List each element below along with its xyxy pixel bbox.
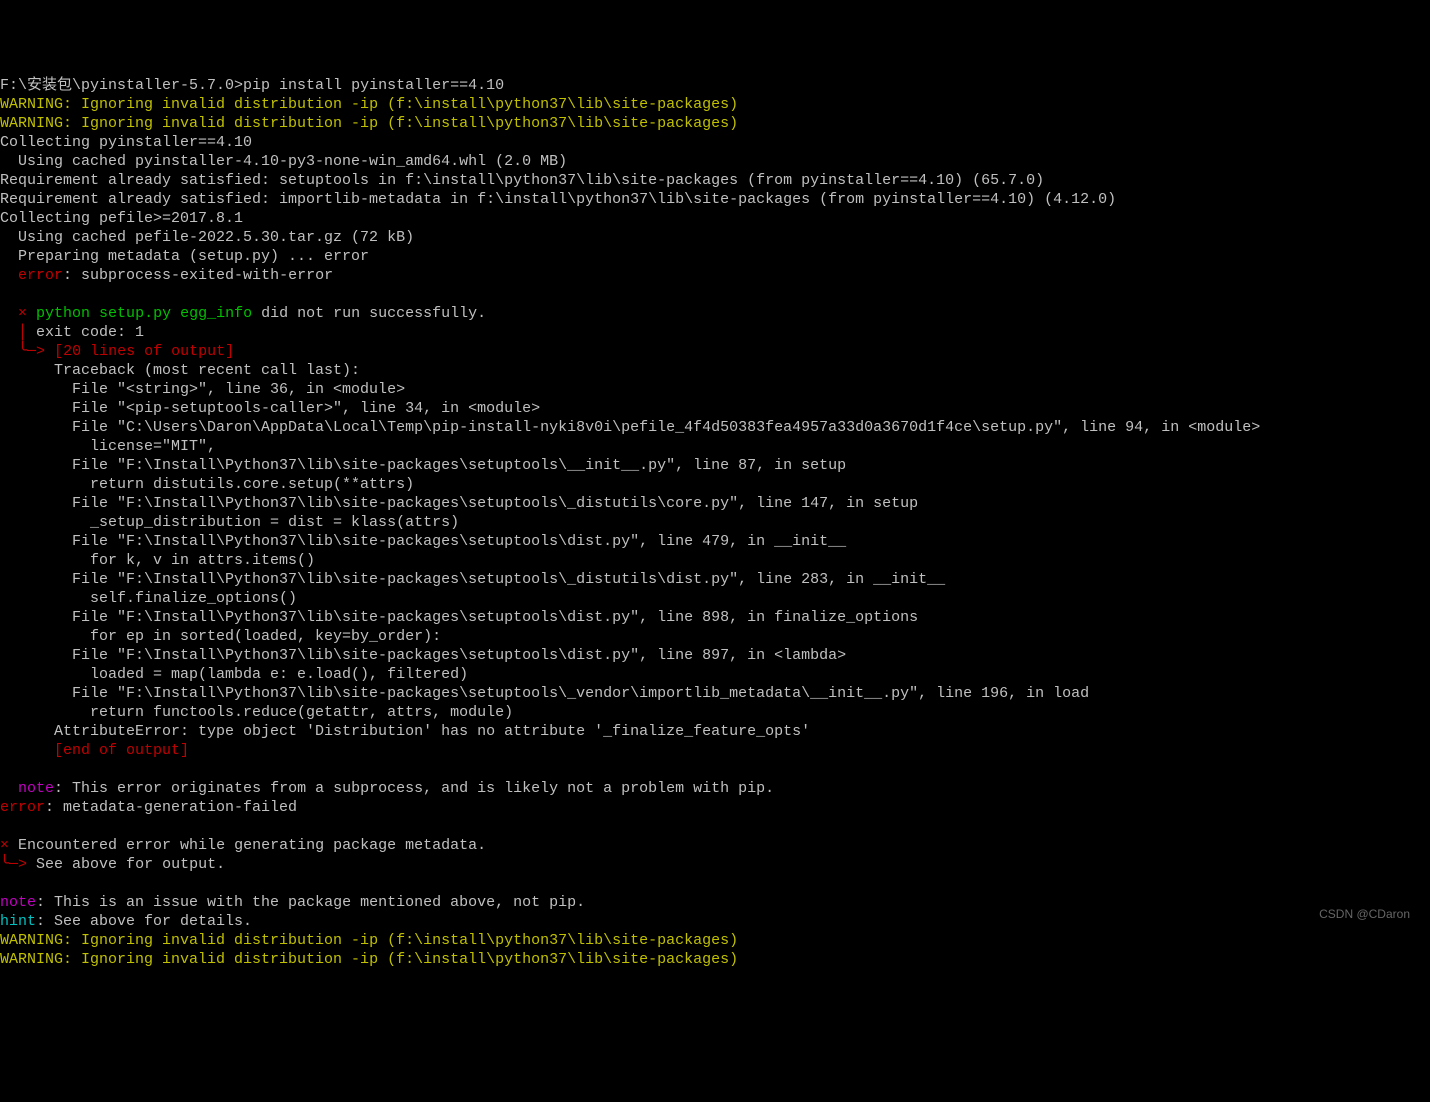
encountered-text: Encountered error while generating packa…	[18, 837, 486, 854]
warning-text: Ignoring invalid distribution -ip (f:\in…	[81, 932, 738, 949]
terminal-output: F:\安装包\pyinstaller-5.7.0>pip install pyi…	[0, 76, 1430, 969]
warning-prefix: WARNING:	[0, 951, 81, 968]
traceback-line: File "F:\Install\Python37\lib\site-packa…	[0, 646, 1430, 665]
traceback-line: for k, v in attrs.items()	[0, 551, 1430, 570]
arrow-icon: ╰─>	[18, 343, 54, 360]
cached-line: Using cached pefile-2022.5.30.tar.gz (72…	[0, 228, 1430, 247]
exit-code-line: │ exit code: 1	[0, 323, 1430, 342]
traceback-line: loaded = map(lambda e: e.load(), filtere…	[0, 665, 1430, 684]
hint-label: hint	[0, 913, 36, 930]
note-text: : This error originates from a subproces…	[54, 780, 774, 797]
traceback-line: return distutils.core.setup(**attrs)	[0, 475, 1430, 494]
traceback-line: File "C:\Users\Daron\AppData\Local\Temp\…	[0, 418, 1430, 437]
note-line: note: This error originates from a subpr…	[0, 779, 1430, 798]
blank-line	[0, 874, 1430, 893]
x-mark-icon: ×	[0, 837, 9, 854]
traceback-line: File "<pip-setuptools-caller>", line 34,…	[0, 399, 1430, 418]
requirement-line: Requirement already satisfied: importlib…	[0, 190, 1430, 209]
error-text: : subprocess-exited-with-error	[63, 267, 333, 284]
setup-fail-line: × python setup.py egg_info did not run s…	[0, 304, 1430, 323]
warning-prefix: WARNING:	[0, 115, 81, 132]
traceback-line: return functools.reduce(getattr, attrs, …	[0, 703, 1430, 722]
collecting-line: Collecting pefile>=2017.8.1	[0, 209, 1430, 228]
traceback-line: File "F:\Install\Python37\lib\site-packa…	[0, 570, 1430, 589]
note-text: : This is an issue with the package ment…	[36, 894, 585, 911]
warning-text: Ignoring invalid distribution -ip (f:\in…	[81, 951, 738, 968]
warning-prefix: WARNING:	[0, 932, 81, 949]
note-label: note	[18, 780, 54, 797]
warning-line: WARNING: Ignoring invalid distribution -…	[0, 95, 1430, 114]
traceback-line: File "F:\Install\Python37\lib\site-packa…	[0, 532, 1430, 551]
encountered-line: × Encountered error while generating pac…	[0, 836, 1430, 855]
hint-line: hint: See above for details.	[0, 912, 1430, 931]
prompt: F:\安装包\pyinstaller-5.7.0>	[0, 77, 243, 94]
collecting-line: Collecting pyinstaller==4.10	[0, 133, 1430, 152]
traceback-line: File "F:\Install\Python37\lib\site-packa…	[0, 494, 1430, 513]
setup-suffix: did not run successfully.	[252, 305, 486, 322]
error-line: error: subprocess-exited-with-error	[0, 266, 1430, 285]
traceback-line: self.finalize_options()	[0, 589, 1430, 608]
prompt-line[interactable]: F:\安装包\pyinstaller-5.7.0>pip install pyi…	[0, 76, 1430, 95]
command-text: pip install pyinstaller==4.10	[243, 77, 504, 94]
traceback-line: _setup_distribution = dist = klass(attrs…	[0, 513, 1430, 532]
error-label: error	[0, 799, 45, 816]
see-above-text: See above for output.	[36, 856, 225, 873]
exit-code: exit code: 1	[27, 324, 144, 341]
note-line: note: This is an issue with the package …	[0, 893, 1430, 912]
traceback-line: Traceback (most recent call last):	[0, 361, 1430, 380]
blank-line	[0, 285, 1430, 304]
x-mark-icon: ×	[18, 305, 27, 322]
warning-prefix: WARNING:	[0, 96, 81, 113]
lines-output: [20 lines of output]	[54, 343, 234, 360]
error-line: error: metadata-generation-failed	[0, 798, 1430, 817]
traceback-line: File "F:\Install\Python37\lib\site-packa…	[0, 684, 1430, 703]
traceback-line: File "F:\Install\Python37\lib\site-packa…	[0, 456, 1430, 475]
end-output-line: [end of output]	[0, 741, 1430, 760]
output-header-line: ╰─> [20 lines of output]	[0, 342, 1430, 361]
cached-line: Using cached pyinstaller-4.10-py3-none-w…	[0, 152, 1430, 171]
end-output: [end of output]	[54, 742, 189, 759]
warning-line: WARNING: Ignoring invalid distribution -…	[0, 114, 1430, 133]
blank-line	[0, 760, 1430, 779]
traceback-line: for ep in sorted(loaded, key=by_order):	[0, 627, 1430, 646]
blank-line	[0, 817, 1430, 836]
traceback-line: File "F:\Install\Python37\lib\site-packa…	[0, 608, 1430, 627]
pipe-icon: │	[18, 324, 27, 341]
see-above-line: ╰─> See above for output.	[0, 855, 1430, 874]
error-label: error	[18, 267, 63, 284]
warning-text: Ignoring invalid distribution -ip (f:\in…	[81, 96, 738, 113]
attribute-error-line: AttributeError: type object 'Distributio…	[0, 722, 1430, 741]
error-text: : metadata-generation-failed	[45, 799, 297, 816]
requirement-line: Requirement already satisfied: setuptool…	[0, 171, 1430, 190]
warning-line: WARNING: Ignoring invalid distribution -…	[0, 931, 1430, 950]
watermark: CSDN @CDaron	[1319, 905, 1410, 924]
setup-command: python setup.py egg_info	[36, 305, 252, 322]
traceback-line: File "<string>", line 36, in <module>	[0, 380, 1430, 399]
hint-text: : See above for details.	[36, 913, 252, 930]
warning-line: WARNING: Ignoring invalid distribution -…	[0, 950, 1430, 969]
note-label: note	[0, 894, 36, 911]
arrow-icon: ╰─>	[0, 856, 36, 873]
preparing-line: Preparing metadata (setup.py) ... error	[0, 247, 1430, 266]
traceback-line: license="MIT",	[0, 437, 1430, 456]
warning-text: Ignoring invalid distribution -ip (f:\in…	[81, 115, 738, 132]
